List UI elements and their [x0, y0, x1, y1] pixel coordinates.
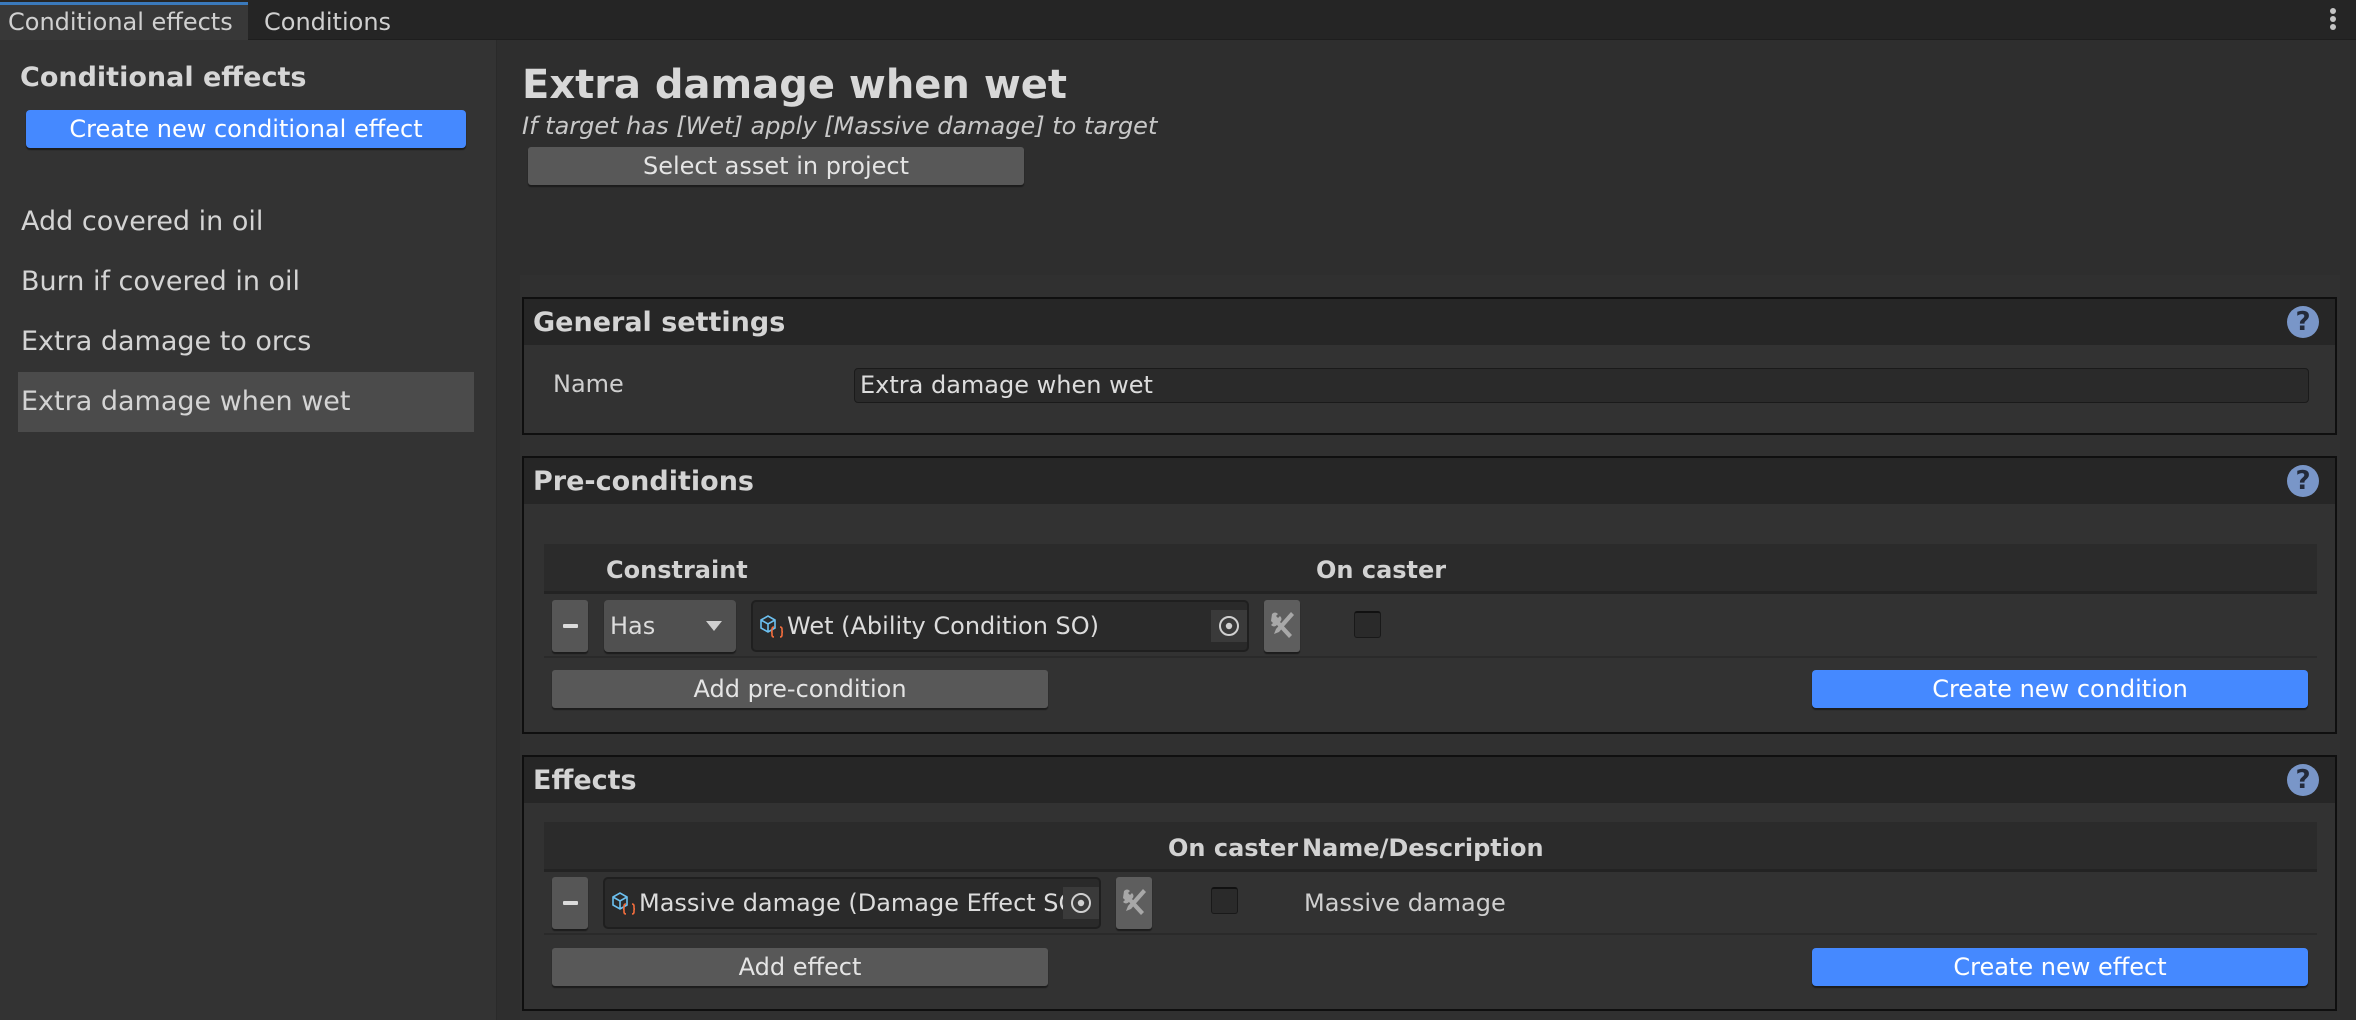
row-divider	[544, 933, 2317, 935]
help-icon[interactable]: ?	[2287, 465, 2319, 497]
on-caster-checkbox[interactable]	[1211, 887, 1238, 914]
create-conditional-effect-button[interactable]: Create new conditional effect	[26, 110, 466, 148]
dropdown-arrow-icon	[706, 621, 722, 631]
object-picker-button[interactable]	[1211, 610, 1247, 642]
sidebar-item-burn-if-covered-in-oil[interactable]: Burn if covered in oil	[18, 252, 474, 312]
add-effect-button[interactable]: Add effect	[552, 948, 1048, 986]
tools-icon	[1271, 612, 1294, 638]
tab-conditional-effects[interactable]: Conditional effects	[0, 2, 248, 40]
effect-asset-field[interactable]: Massive damage (Damage Effect SO)	[603, 877, 1101, 929]
edit-effect-button[interactable]	[1116, 877, 1152, 929]
target-icon	[1219, 616, 1239, 636]
create-new-effect-button[interactable]: Create new effect	[1812, 948, 2308, 986]
add-precondition-button[interactable]: Add pre-condition	[552, 670, 1048, 708]
on-caster-checkbox[interactable]	[1354, 611, 1381, 638]
page-title: Extra damage when wet	[522, 62, 1068, 108]
panel-header: Pre-conditions ?	[524, 458, 2335, 504]
panel-title: Pre-conditions	[533, 466, 754, 497]
remove-effect-button[interactable]	[552, 877, 588, 929]
minus-icon	[563, 624, 578, 628]
tools-icon	[1123, 889, 1146, 915]
panel-title: General settings	[533, 307, 786, 338]
create-new-condition-button[interactable]: Create new condition	[1812, 670, 2308, 708]
condition-asset-name: Wet (Ability Condition SO)	[787, 612, 1100, 640]
object-picker-button[interactable]	[1063, 887, 1099, 919]
table-header: On caster Name/Description	[544, 822, 2317, 872]
remove-precondition-button[interactable]	[552, 600, 588, 652]
effect-asset-name: Massive damage (Damage Effect SO)	[639, 889, 1087, 917]
sidebar: Conditional effects Create new condition…	[0, 40, 497, 1020]
constraint-value: Has	[610, 612, 656, 640]
help-icon[interactable]: ?	[2287, 764, 2319, 796]
page-subtitle: If target has [Wet] apply [Massive damag…	[522, 112, 1158, 140]
select-asset-button[interactable]: Select asset in project	[528, 147, 1024, 185]
more-options-icon[interactable]	[2326, 6, 2340, 34]
script-asset-icon	[760, 615, 784, 638]
column-header-on-caster: On caster	[1316, 556, 1447, 584]
help-icon[interactable]: ?	[2287, 306, 2319, 338]
panel-header: Effects ?	[524, 757, 2335, 803]
column-header-on-caster: On caster	[1168, 834, 1299, 862]
effect-description: Massive damage	[1304, 889, 1506, 917]
panel-header: General settings ?	[524, 299, 2335, 345]
sidebar-title: Conditional effects	[20, 62, 307, 93]
table-header: Constraint On caster	[544, 544, 2317, 594]
general-settings-panel: General settings ? Name Extra damage whe…	[522, 297, 2337, 435]
sidebar-item-add-covered-in-oil[interactable]: Add covered in oil	[18, 192, 474, 252]
constraint-dropdown[interactable]: Has	[604, 600, 736, 652]
condition-asset-field[interactable]: Wet (Ability Condition SO)	[751, 600, 1249, 652]
name-field[interactable]: Extra damage when wet	[854, 368, 2309, 403]
script-asset-icon	[612, 892, 636, 915]
preconditions-panel: Pre-conditions ? Constraint On caster Ha…	[522, 456, 2337, 734]
column-header-name-description: Name/Description	[1302, 834, 1544, 862]
sidebar-item-extra-damage-to-orcs[interactable]: Extra damage to orcs	[18, 312, 474, 372]
minus-icon	[563, 901, 578, 905]
edit-condition-button[interactable]	[1264, 600, 1300, 652]
panel-title: Effects	[533, 765, 637, 796]
target-icon	[1071, 893, 1091, 913]
name-label: Name	[553, 370, 624, 398]
tab-conditions[interactable]: Conditions	[256, 2, 406, 40]
column-header-constraint: Constraint	[606, 556, 748, 584]
effects-panel: Effects ? On caster Name/Description Mas…	[522, 755, 2337, 1011]
row-divider	[544, 656, 2317, 658]
sidebar-item-extra-damage-when-wet[interactable]: Extra damage when wet	[18, 372, 474, 432]
tab-bar: Conditional effects Conditions	[0, 0, 2356, 40]
